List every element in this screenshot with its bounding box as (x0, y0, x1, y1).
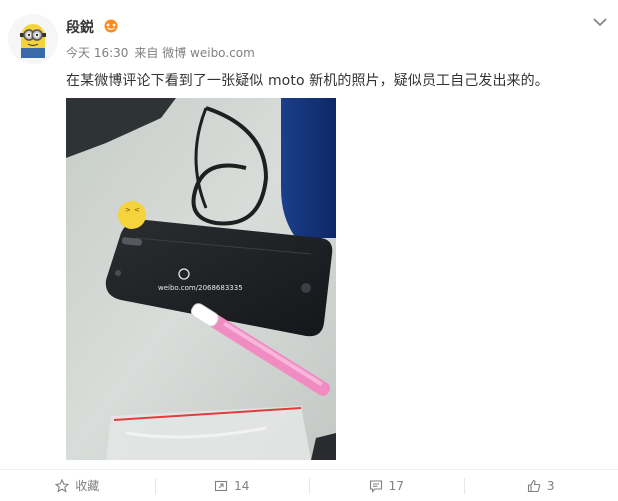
photo-watermark: weibo.com/2068683335 (158, 284, 243, 292)
username[interactable]: 段鋭 (66, 17, 94, 37)
comment-count: 17 (388, 478, 404, 493)
repost-count: 14 (234, 478, 250, 493)
user-avatar[interactable] (8, 14, 58, 64)
vip-badge-icon[interactable] (102, 19, 120, 33)
post-meta: 今天 16:30 来自 微博 weibo.com (66, 44, 261, 61)
like-count: 3 (546, 478, 555, 493)
comment-icon (369, 479, 382, 493)
post-source[interactable]: 来自 微博 weibo.com (134, 46, 254, 60)
like-button[interactable]: 3 (463, 470, 618, 501)
favorite-button[interactable]: 收藏 (0, 470, 155, 501)
action-bar: 收藏 14 17 3 (0, 470, 618, 501)
svg-text:>: > (125, 206, 131, 214)
weibo-post-card: 段鋭 今天 16:30 来自 微博 weibo.com 在某微博评论下看到了一张疑… (0, 0, 618, 501)
comment-button[interactable]: 17 (309, 470, 464, 501)
repost-icon (215, 480, 228, 491)
post-photo[interactable]: > < weibo.com/2068683335 (66, 98, 336, 460)
svg-text:<: < (134, 206, 140, 214)
post-time[interactable]: 今天 16:30 (66, 46, 128, 60)
post-text: 在某微博评论下看到了一张疑似 moto 新机的照片，疑似员工自己发出来的。 (66, 73, 549, 89)
star-icon (55, 478, 70, 493)
repost-button[interactable]: 14 (154, 470, 310, 501)
favorite-label: 收藏 (75, 479, 100, 493)
chevron-down-icon[interactable] (592, 16, 608, 28)
thumbs-up-icon (527, 479, 541, 492)
